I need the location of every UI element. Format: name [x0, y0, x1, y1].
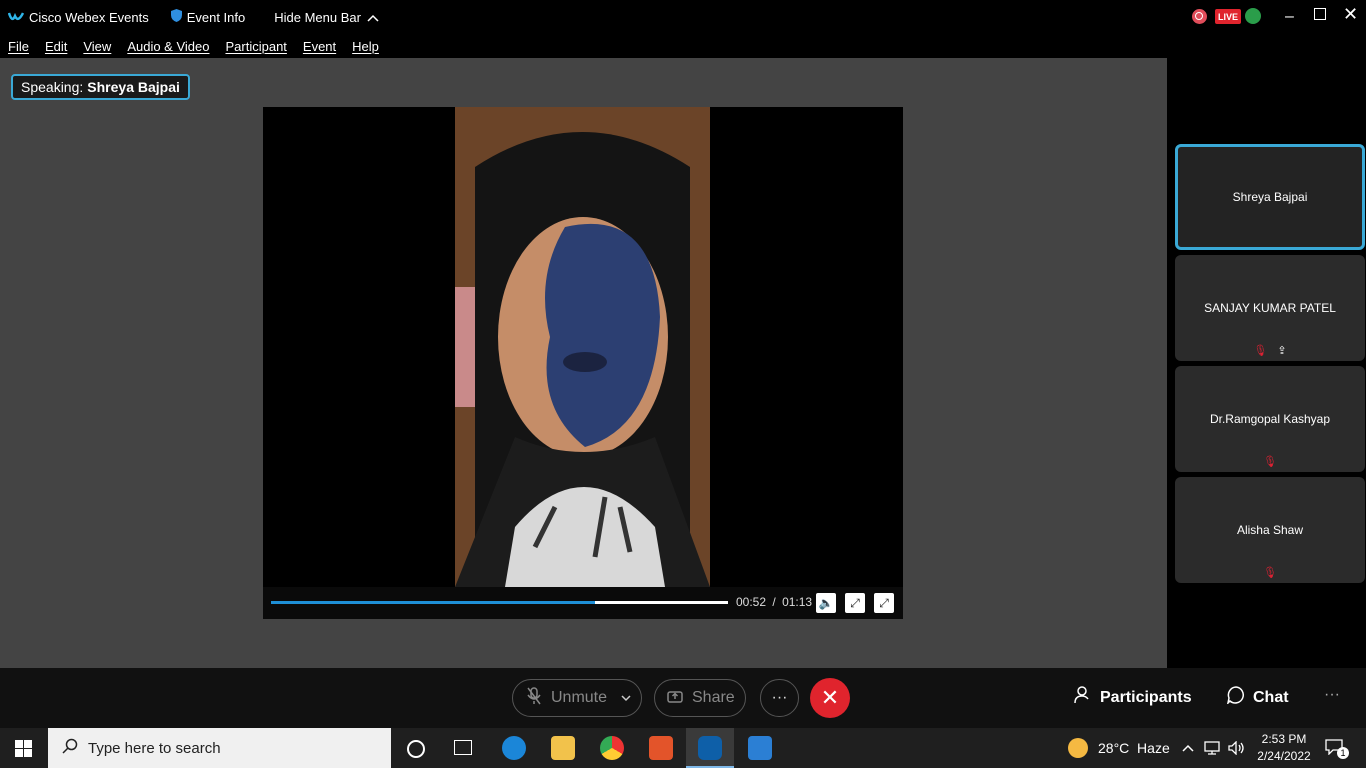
- app-title: Cisco Webex Events: [7, 9, 149, 25]
- system-clock[interactable]: 2:53 PM 2/24/2022: [1256, 731, 1312, 765]
- participant-name: Alisha Shaw: [1236, 523, 1304, 537]
- participants-button[interactable]: Participants: [1074, 686, 1192, 709]
- event-info-button[interactable]: Event Info: [170, 9, 246, 25]
- mic-muted-icon: 🎙: [1263, 456, 1277, 468]
- network-stats-icon[interactable]: [1245, 8, 1261, 24]
- hide-menu-bar-button[interactable]: Hide Menu Bar: [274, 10, 379, 25]
- windows-start-icon[interactable]: [15, 740, 32, 762]
- menu-file[interactable]: File: [8, 39, 29, 54]
- video-progress-bar[interactable]: [271, 601, 728, 604]
- clock-time: 2:53 PM: [1261, 732, 1307, 746]
- webex-app-icon: [698, 736, 722, 760]
- weather-widget[interactable]: 28°C Haze: [1068, 728, 1170, 768]
- powerpoint-icon[interactable]: [649, 736, 673, 760]
- participant-tile[interactable]: Alisha Shaw 🎙: [1175, 477, 1365, 583]
- chrome-icon[interactable]: [600, 736, 624, 760]
- end-call-button[interactable]: ✕: [810, 678, 850, 718]
- share-label: Share: [692, 689, 735, 706]
- video-current-time: 00:52: [736, 595, 767, 609]
- shared-video-player[interactable]: 00:52 / 01:13 🔈 ⤢ ⤢: [263, 107, 903, 619]
- unmute-label: Unmute: [551, 689, 608, 706]
- video-progress-fill: [271, 601, 596, 604]
- file-explorer-icon[interactable]: [551, 736, 575, 760]
- video-time-separator: /: [772, 595, 776, 609]
- network-icon[interactable]: [1204, 728, 1220, 768]
- speaking-indicator: Speaking: Shreya Bajpai: [11, 74, 190, 100]
- minimize-icon[interactable]: –: [1285, 8, 1294, 26]
- restore-icon[interactable]: [1314, 8, 1326, 20]
- search-placeholder: Type here to search: [88, 739, 221, 757]
- weather-haze-icon: [1068, 738, 1088, 758]
- more-options-button[interactable]: ···: [760, 679, 799, 717]
- speaking-name: Shreya Bajpai: [87, 79, 180, 95]
- chat-bubble-icon: [1226, 686, 1245, 709]
- taskbar-search-box[interactable]: Type here to search: [48, 728, 391, 768]
- participant-video-panel: Shreya Bajpai SANJAY KUMAR PATEL 🎙 ⇪ Dr.…: [1167, 58, 1366, 668]
- volume-icon[interactable]: 🔈: [816, 593, 836, 613]
- title-bar: Cisco Webex Events Event Info Hide Menu …: [0, 0, 1366, 34]
- speaking-label: Speaking:: [21, 79, 84, 95]
- participant-name: Dr.Ramgopal Kashyap: [1209, 412, 1331, 426]
- webex-taskbar-item[interactable]: [686, 728, 734, 768]
- participant-name: SANJAY KUMAR PATEL: [1204, 301, 1336, 315]
- overflow-menu-icon[interactable]: ···: [1324, 686, 1340, 704]
- video-frame: [455, 107, 710, 587]
- menu-participant[interactable]: Participant: [225, 39, 286, 54]
- show-hidden-icons[interactable]: [1182, 728, 1194, 768]
- cortana-icon[interactable]: [407, 740, 425, 758]
- video-controls: 00:52 / 01:13 🔈 ⤢ ⤢: [263, 587, 903, 619]
- windows-taskbar: Type here to search 28°C Haze 2:53 PM 2/…: [0, 728, 1366, 768]
- event-info-label: Event Info: [186, 9, 246, 25]
- close-icon[interactable]: ✕: [1343, 4, 1358, 25]
- participants-label: Participants: [1100, 688, 1192, 706]
- participant-name: Shreya Bajpai: [1232, 190, 1308, 204]
- mic-muted-icon: 🎙: [1263, 567, 1277, 579]
- task-view-icon[interactable]: [454, 740, 472, 755]
- chevron-down-icon[interactable]: [621, 689, 631, 707]
- share-icon: [667, 689, 683, 708]
- chevron-up-icon: [367, 10, 379, 25]
- video-time: 00:52 / 01:13: [736, 595, 812, 609]
- live-badge: LIVE: [1215, 9, 1242, 24]
- menu-bar: File Edit View Audio & Video Participant…: [0, 34, 1366, 58]
- participant-tile[interactable]: SANJAY KUMAR PATEL 🎙 ⇪: [1175, 255, 1365, 361]
- chat-button[interactable]: Chat: [1226, 686, 1289, 709]
- speaker-icon[interactable]: [1228, 728, 1246, 768]
- person-icon: [1074, 686, 1092, 709]
- menu-event[interactable]: Event: [303, 39, 336, 54]
- menu-view[interactable]: View: [83, 39, 111, 54]
- record-icon[interactable]: [1192, 9, 1207, 24]
- menu-edit[interactable]: Edit: [45, 39, 67, 54]
- fullscreen-icon[interactable]: ⤢: [874, 593, 894, 613]
- expand-icon[interactable]: ⤢: [845, 593, 865, 613]
- sharing-icon: ⇪: [1277, 345, 1287, 357]
- menu-audio-video[interactable]: Audio & Video: [127, 39, 209, 54]
- video-total-time: 01:13: [782, 595, 813, 609]
- edge-browser-icon[interactable]: [502, 736, 526, 760]
- clock-date: 2/24/2022: [1257, 749, 1311, 763]
- menu-help[interactable]: Help: [352, 39, 379, 54]
- notification-center-icon[interactable]: 1: [1325, 739, 1349, 760]
- hide-menu-label: Hide Menu Bar: [274, 9, 361, 25]
- participant-tile[interactable]: Dr.Ramgopal Kashyap 🎙: [1175, 366, 1365, 472]
- meeting-control-bar: Unmute Share ··· ✕ Participants Chat ···: [0, 668, 1366, 728]
- mic-muted-icon: 🎙: [1253, 345, 1268, 357]
- weather-text: 28°C Haze: [1098, 740, 1170, 756]
- webex-logo-icon: [7, 10, 25, 24]
- photos-icon[interactable]: [748, 736, 772, 760]
- participant-tile[interactable]: Shreya Bajpai: [1175, 144, 1365, 250]
- unmute-button[interactable]: Unmute: [512, 679, 642, 717]
- shield-icon: [170, 9, 182, 25]
- mic-off-icon: [527, 686, 541, 710]
- search-icon: [62, 738, 78, 758]
- notification-count-badge: 1: [1337, 747, 1349, 759]
- share-button[interactable]: Share: [654, 679, 746, 717]
- app-title-text: Cisco Webex Events: [29, 9, 149, 25]
- chat-label: Chat: [1253, 688, 1289, 706]
